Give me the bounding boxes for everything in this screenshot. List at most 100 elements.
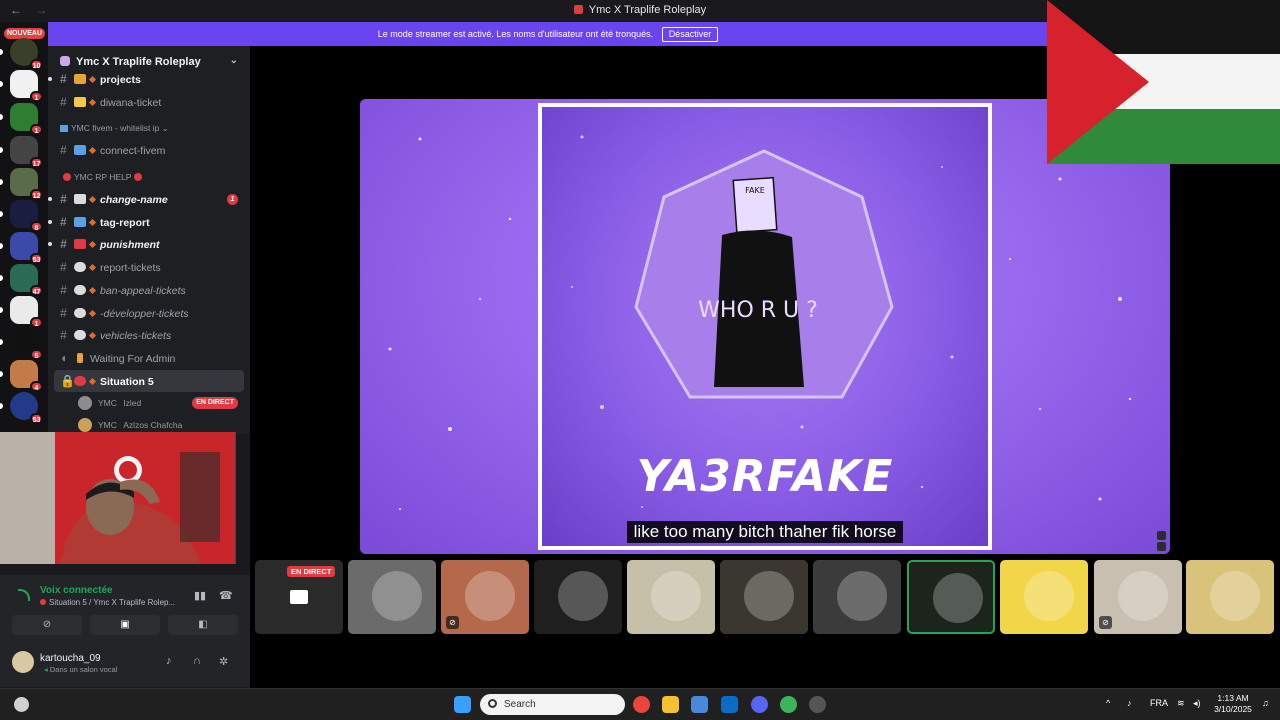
microphone-tray-icon[interactable]: ♪	[1127, 698, 1132, 708]
participant-tile[interactable]	[1000, 560, 1088, 634]
live-badge: EN DIRECT	[192, 397, 238, 410]
server-icon[interactable]: 53	[0, 232, 43, 264]
server-icon[interactable]: 17	[0, 136, 43, 168]
participant-tile[interactable]	[813, 560, 901, 634]
channel-connect-fivem[interactable]: # connect-fivem	[48, 139, 250, 162]
server-icon[interactable]: 12	[0, 168, 43, 200]
outlook-icon[interactable]	[721, 696, 738, 713]
channel-diwana-ticket[interactable]: # diwana-ticket	[48, 91, 250, 114]
category-fivem-whitelist[interactable]: YMC fivem - whitelist ip ⌄	[48, 113, 250, 139]
channel-situation-5[interactable]: 🔒 Situation 5	[54, 369, 244, 393]
discord-icon[interactable]	[751, 696, 768, 713]
weather-icon[interactable]	[14, 697, 29, 712]
disable-streamer-mode-button[interactable]: Désactiver	[661, 27, 719, 42]
server-icon[interactable]: 53	[0, 392, 43, 424]
unread-dot	[48, 77, 52, 81]
streamer-mode-text: Le mode streamer est activé. Les noms d'…	[377, 29, 654, 39]
volume-icon[interactable]: ◂)	[1193, 698, 1201, 709]
channel-label: report-tickets	[100, 262, 161, 275]
voice-location[interactable]: Situation 5 / Ymc X Traplife Rolep...	[40, 598, 175, 607]
channel-projects[interactable]: # projects	[48, 68, 250, 91]
store-icon[interactable]	[691, 696, 708, 713]
server-rail: NOUVEAU 10 1 1 17 12 8 53 47 1 5 4 53	[0, 22, 48, 432]
diamond-icon	[88, 309, 97, 317]
participant-tile[interactable]: ⊘	[1094, 560, 1182, 634]
chrome-active-icon[interactable]	[780, 696, 797, 713]
server-icon[interactable]: 1	[0, 103, 43, 135]
avatar	[78, 396, 92, 411]
hourglass-emoji-icon	[77, 352, 83, 363]
channel-label: diwana-ticket	[100, 96, 162, 109]
server-icon[interactable]: 1	[0, 296, 43, 328]
app-icon[interactable]	[809, 696, 826, 713]
unread-pill	[0, 211, 3, 217]
voice-user-prefix: YMC	[98, 420, 117, 431]
channel-waiting-for-admin[interactable]: ◖ Waiting For Admin	[48, 347, 250, 370]
participant-tile[interactable]	[348, 560, 436, 634]
gamepad-icon: ◧	[198, 619, 208, 630]
server-icon[interactable]: 10	[0, 38, 43, 70]
channel-developper-tickets[interactable]: # -développer-tickets	[48, 302, 250, 325]
server-icon[interactable]: 5	[0, 328, 43, 360]
voice-status[interactable]: Voix connectée	[40, 585, 113, 596]
avatar	[290, 590, 308, 604]
screen-share-button[interactable]: ▣	[90, 615, 160, 635]
diamond-icon	[88, 264, 97, 272]
channel-vehicles-tickets[interactable]: # vehicles-tickets	[48, 324, 250, 347]
voice-user-row[interactable]: YMC Izled EN DIRECT	[48, 392, 250, 414]
channel-report-tickets[interactable]: # report-tickets	[48, 256, 250, 279]
server-icon[interactable]: 8	[0, 200, 43, 232]
wifi-icon[interactable]: ≋	[1177, 698, 1185, 709]
muted-icon: ⊘	[1099, 616, 1112, 629]
stream-settings-icon[interactable]	[1157, 542, 1166, 551]
category-rp-help[interactable]: YMC RP HELP	[48, 162, 250, 188]
tray-chevron-up-icon[interactable]: ^	[1106, 698, 1110, 708]
settings-gear-icon[interactable]: ✲	[219, 655, 228, 668]
channel-tag-report[interactable]: # tag-report	[48, 211, 250, 234]
avatar	[372, 571, 422, 621]
server-icon[interactable]: 4	[0, 360, 43, 392]
participant-tile[interactable]	[627, 560, 715, 634]
stream-video[interactable]: FAKE WHO R U ? YA3RFAKE like too many bi…	[360, 99, 1170, 554]
camera-off-button[interactable]: ⊘	[12, 615, 82, 635]
noise-suppression-icon[interactable]: ▮▮	[194, 589, 206, 602]
microphone-icon[interactable]: ♪	[166, 655, 172, 667]
avatar	[1024, 571, 1074, 621]
server-icon[interactable]: 1	[0, 70, 43, 102]
channel-change-name[interactable]: # change-name 1	[48, 188, 250, 211]
live-badge: EN DIRECT	[287, 566, 336, 577]
participant-tile[interactable]	[534, 560, 622, 634]
activity-button[interactable]: ◧	[168, 615, 238, 635]
windows-start-icon[interactable]	[454, 696, 471, 713]
category-label: YMC RP HELP	[74, 172, 132, 183]
channel-ban-appeal-tickets[interactable]: # ban-appeal-tickets	[48, 279, 250, 302]
headphones-icon[interactable]: ∩	[193, 655, 201, 667]
notification-bell-icon[interactable]: ♫	[1262, 698, 1269, 708]
chevron-down-icon[interactable]: ⌄	[230, 55, 238, 66]
taskbar-clock[interactable]: 1:13 AM 3/10/2025	[1208, 693, 1258, 715]
participant-tile[interactable]: EN DIRECT	[255, 560, 343, 634]
folder-emoji-icon	[74, 74, 86, 84]
avatar	[465, 571, 515, 621]
participant-tile[interactable]	[720, 560, 808, 634]
file-explorer-icon[interactable]	[662, 696, 679, 713]
chrome-icon[interactable]	[633, 696, 650, 713]
muted-icon: ⊘	[446, 616, 459, 629]
subtitle-caption: like too many bitch thaher fik horse	[360, 521, 1170, 543]
camera-off-icon: ⊘	[42, 619, 52, 630]
unread-pill	[0, 307, 3, 313]
participant-tile[interactable]: ⊘	[441, 560, 529, 634]
channel-punishment[interactable]: # punishment	[48, 233, 250, 256]
server-icon[interactable]: 47	[0, 264, 43, 296]
disconnect-icon[interactable]: ☎	[219, 589, 233, 602]
hash-icon: #	[60, 282, 67, 297]
language-indicator[interactable]: FRA	[1150, 698, 1168, 708]
avatar[interactable]	[12, 651, 34, 673]
taskbar-search[interactable]: Search	[480, 694, 625, 715]
participant-tile[interactable]	[1186, 560, 1274, 634]
unread-dot	[48, 197, 52, 202]
no-entry-icon	[63, 173, 71, 182]
participant-tile[interactable]	[907, 560, 995, 634]
diamond-icon	[88, 147, 97, 155]
stream-volume-icon[interactable]	[1157, 531, 1166, 540]
